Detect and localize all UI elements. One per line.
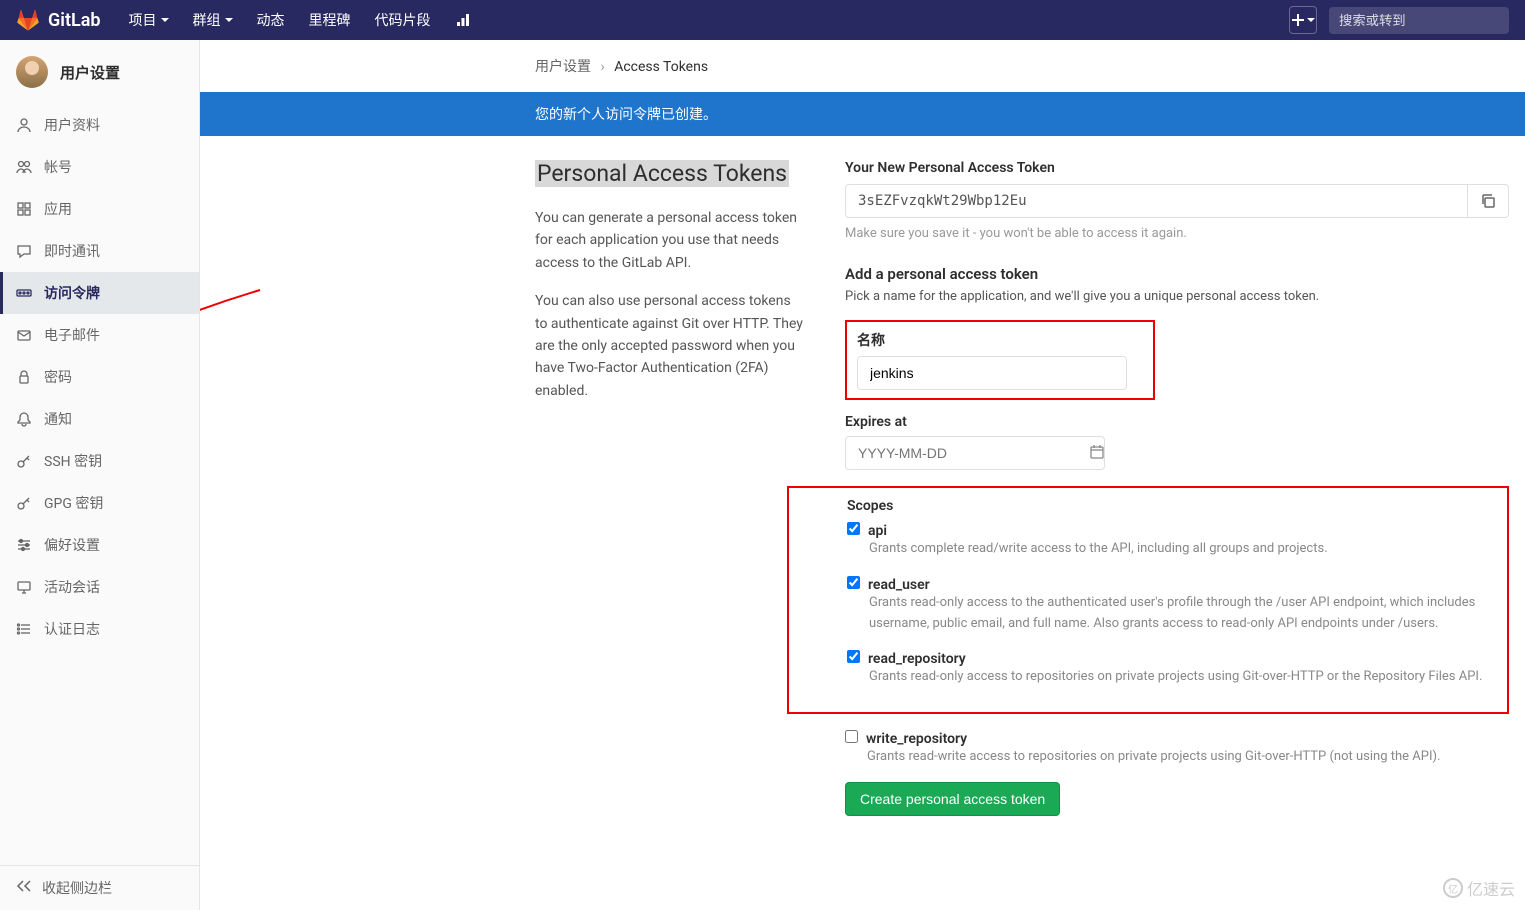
scope-api: apiGrants complete read/write access to …	[847, 520, 1507, 560]
sidebar-item-mail[interactable]: 电子邮件	[0, 314, 199, 356]
calendar-icon	[1089, 444, 1105, 464]
breadcrumb: 用户设置 › Access Tokens	[535, 40, 1525, 92]
nav-milestones[interactable]: 里程碑	[297, 0, 363, 40]
token-hint: Make sure you save it - you won't be abl…	[845, 226, 1509, 241]
nav-snippets[interactable]: 代码片段	[363, 0, 443, 40]
add-token-desc: Pick a name for the application, and we'…	[845, 289, 1509, 304]
users-icon	[16, 159, 32, 175]
sidebar-item-monitor[interactable]: 活动会话	[0, 566, 199, 608]
nav-chart-icon[interactable]	[443, 0, 483, 40]
sidebar-item-label: 用户资料	[44, 115, 100, 135]
nav-activity[interactable]: 动态	[245, 0, 297, 40]
avatar[interactable]	[16, 56, 48, 88]
sidebar-item-label: 访问令牌	[44, 283, 100, 303]
sidebar-item-grid[interactable]: 应用	[0, 188, 199, 230]
scope-checkbox-read_user[interactable]	[847, 576, 860, 589]
scope-name: write_repository	[866, 731, 967, 747]
sidebar-item-key[interactable]: SSH 密钥	[0, 440, 199, 482]
breadcrumb-current: Access Tokens	[614, 59, 708, 75]
navbar: GitLab 项目 群组 动态 里程碑 代码片段	[0, 0, 1525, 40]
chevron-down-icon	[1307, 18, 1315, 22]
scope-checkbox-write_repository[interactable]	[845, 730, 858, 743]
sidebar-item-list[interactable]: 认证日志	[0, 608, 199, 650]
list-icon	[16, 621, 32, 637]
new-token-label: Your New Personal Access Token	[845, 160, 1509, 176]
scope-desc: Grants read-write access to repositories…	[867, 747, 1509, 768]
scopes-label: Scopes	[847, 498, 1507, 514]
grid-icon	[16, 201, 32, 217]
collapse-sidebar[interactable]: 收起侧边栏	[0, 865, 199, 910]
sidebar-item-chat[interactable]: 即时通讯	[0, 230, 199, 272]
new-dropdown-button[interactable]	[1289, 6, 1317, 34]
desc-2: You can also use personal access tokens …	[535, 290, 805, 402]
watermark: 亿亿速云	[1443, 876, 1515, 900]
scope-checkbox-read_repository[interactable]	[847, 650, 860, 663]
copy-icon	[1480, 193, 1496, 209]
scope-checkbox-api[interactable]	[847, 522, 860, 535]
bell-icon	[16, 411, 32, 427]
sidebar-item-label: GPG 密钥	[44, 493, 103, 513]
mail-icon	[16, 327, 32, 343]
sidebar-item-user[interactable]: 用户资料	[0, 104, 199, 146]
key-icon	[16, 453, 32, 469]
token-icon	[16, 285, 32, 301]
expires-label: Expires at	[845, 414, 1509, 430]
sidebar-item-label: 偏好设置	[44, 535, 100, 555]
sidebar-item-key[interactable]: GPG 密钥	[0, 482, 199, 524]
sidebar-item-label: 帐号	[44, 157, 72, 177]
scope-name: read_user	[868, 577, 930, 593]
sidebar: 用户设置 用户资料帐号应用即时通讯访问令牌电子邮件密码通知 SSH 密钥 GPG 密…	[0, 40, 200, 910]
sidebar-item-label: 认证日志	[44, 619, 100, 639]
desc-1: You can generate a personal access token…	[535, 207, 805, 274]
sidebar-header: 用户设置	[0, 40, 199, 104]
sliders-icon	[16, 537, 32, 553]
content: 用户设置 › Access Tokens 您的新个人访问令牌已创建。 Perso…	[200, 40, 1525, 910]
monitor-icon	[16, 579, 32, 595]
gitlab-logo[interactable]	[16, 8, 40, 32]
chevron-down-icon	[161, 18, 169, 22]
scope-desc: Grants read-only access to the authentic…	[869, 593, 1507, 635]
collapse-icon	[16, 878, 32, 898]
sidebar-item-label: 活动会话	[44, 577, 100, 597]
sidebar-item-users[interactable]: 帐号	[0, 146, 199, 188]
expires-input[interactable]	[845, 436, 1105, 470]
nav-groups[interactable]: 群组	[181, 0, 245, 40]
key-icon	[16, 495, 32, 511]
add-token-title: Add a personal access token	[845, 265, 1509, 283]
nav-projects[interactable]: 项目	[117, 0, 181, 40]
sidebar-item-label: 密码	[44, 367, 72, 387]
sidebar-item-label: 即时通讯	[44, 241, 100, 261]
chevron-down-icon	[225, 18, 233, 22]
breadcrumb-root[interactable]: 用户设置	[535, 59, 591, 75]
scope-read_user: read_userGrants read-only access to the …	[847, 574, 1507, 635]
chat-icon	[16, 243, 32, 259]
search-input[interactable]	[1329, 7, 1509, 34]
sidebar-item-label: 电子邮件	[44, 325, 100, 345]
sidebar-item-token[interactable]: 访问令牌	[0, 272, 199, 314]
user-icon	[16, 117, 32, 133]
page-title: Personal Access Tokens	[535, 160, 789, 187]
copy-token-button[interactable]	[1468, 184, 1509, 218]
scope-desc: Grants read-only access to repositories …	[869, 667, 1507, 688]
sidebar-item-label: 应用	[44, 199, 72, 219]
sidebar-item-lock[interactable]: 密码	[0, 356, 199, 398]
sidebar-item-bell[interactable]: 通知	[0, 398, 199, 440]
sidebar-item-label: SSH 密钥	[44, 451, 102, 471]
sidebar-title: 用户设置	[60, 62, 120, 83]
scope-name: api	[868, 523, 887, 539]
scope-desc: Grants complete read/write access to the…	[869, 539, 1507, 560]
scope-write_repository: write_repositoryGrants read-write access…	[845, 728, 1509, 768]
lock-icon	[16, 369, 32, 385]
token-value-input[interactable]	[845, 184, 1468, 218]
sidebar-item-sliders[interactable]: 偏好设置	[0, 524, 199, 566]
scope-read_repository: read_repositoryGrants read-only access t…	[847, 648, 1507, 688]
create-token-button[interactable]: Create personal access token	[845, 782, 1060, 816]
name-label: 名称	[857, 330, 1143, 350]
alert-token-created: 您的新个人访问令牌已创建。	[200, 92, 1525, 136]
brand-name[interactable]: GitLab	[48, 10, 101, 31]
sidebar-item-label: 通知	[44, 409, 72, 429]
scope-name: read_repository	[868, 651, 966, 667]
token-name-input[interactable]	[857, 356, 1127, 390]
